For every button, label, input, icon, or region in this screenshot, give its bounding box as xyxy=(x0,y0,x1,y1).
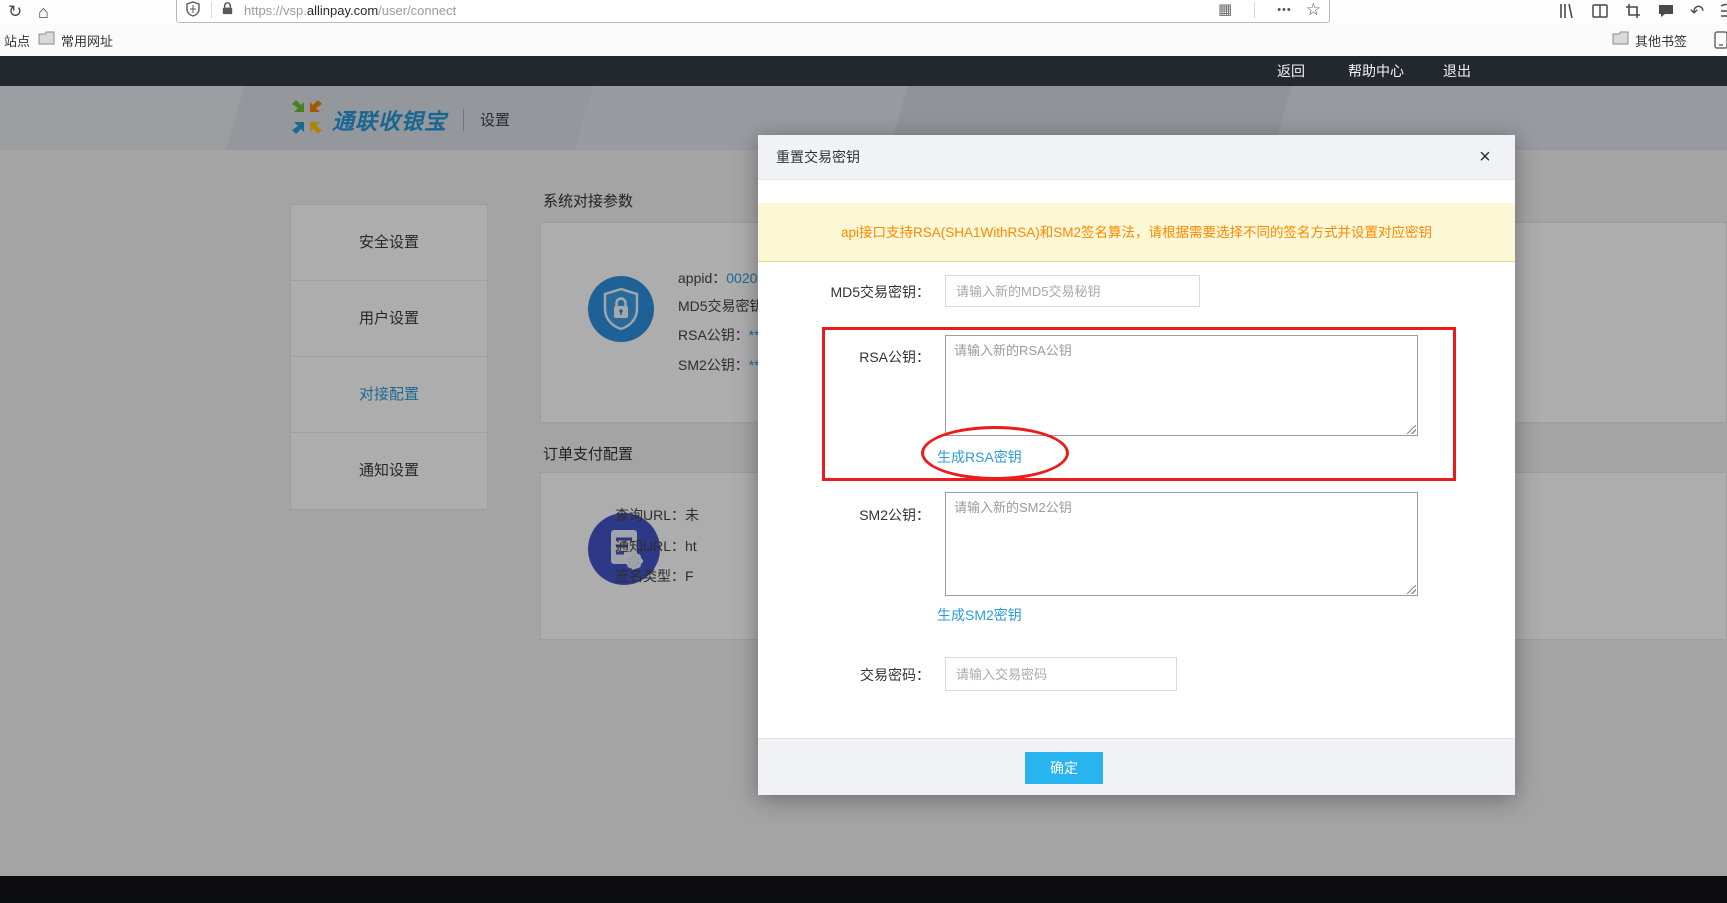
screenshot-icon[interactable] xyxy=(1624,2,1642,20)
bookmark-folder-common[interactable]: 常用网址 xyxy=(38,24,113,56)
nav-back[interactable]: 返回 xyxy=(1277,56,1305,86)
trade-password-label: 交易密码： xyxy=(758,665,930,685)
modal-footer: 确定 xyxy=(758,738,1515,795)
sm2-key-textarea[interactable] xyxy=(945,492,1418,596)
generate-sm2-key-link[interactable]: 生成SM2密钥 xyxy=(937,605,1022,625)
top-navbar: 返回 帮助中心 退出 xyxy=(0,56,1727,86)
divider xyxy=(1254,2,1255,18)
bookmarks-bar: 站点 常用网址 其他书签 xyxy=(0,24,1727,56)
page-actions-icon[interactable]: ••• xyxy=(1277,0,1292,20)
chat-icon[interactable] xyxy=(1657,2,1675,20)
folder-icon xyxy=(38,31,56,49)
tracking-shield-icon[interactable] xyxy=(185,1,203,19)
bookmark-star-icon[interactable]: ☆ xyxy=(1306,0,1321,20)
confirm-button[interactable]: 确定 xyxy=(1025,752,1103,784)
url-text: https://vsp.allinpay.com/user/connect xyxy=(244,3,456,18)
home-icon[interactable]: ⌂ xyxy=(38,0,49,24)
nav-logout[interactable]: 退出 xyxy=(1443,56,1471,86)
bookmark-folder-other[interactable]: 其他书签 xyxy=(1612,24,1687,56)
nav-help-center[interactable]: 帮助中心 xyxy=(1348,56,1404,86)
modal-header: 重置交易密钥 × xyxy=(758,135,1515,180)
rsa-key-label: RSA公钥： xyxy=(758,347,930,367)
undo-icon[interactable]: ↶ xyxy=(1690,2,1704,22)
page-viewport: 返回 帮助中心 退出 通联收银宝 设置 安全设置 用户设置 对接配置 通知设置 … xyxy=(0,56,1727,903)
address-bar[interactable]: https://vsp.allinpay.com/user/connect ▦ … xyxy=(176,0,1330,23)
folder-icon xyxy=(1612,31,1630,49)
md5-key-input[interactable] xyxy=(945,275,1200,307)
api-signature-warning: api接口支持RSA(SHA1WithRSA)和SM2签名算法，请根据需要选择不… xyxy=(758,203,1515,262)
https-lock-icon[interactable] xyxy=(220,1,238,19)
sm2-key-label: SM2公钥： xyxy=(758,505,930,525)
rsa-key-textarea[interactable] xyxy=(945,335,1418,436)
browser-toolbar: ↻ ⌂ https://vsp.allinpay.com/user/connec… xyxy=(0,0,1727,24)
close-icon[interactable]: × xyxy=(1471,143,1499,171)
phone-icon[interactable] xyxy=(1714,24,1727,56)
bookmark-site[interactable]: 站点 xyxy=(4,24,30,56)
clipped-edge-icon[interactable] xyxy=(1719,2,1727,20)
trade-password-input[interactable] xyxy=(945,657,1177,691)
generate-rsa-key-link[interactable]: 生成RSA密钥 xyxy=(937,447,1022,467)
library-icon[interactable] xyxy=(1558,2,1576,20)
reader-view-icon[interactable] xyxy=(1591,2,1609,20)
md5-key-label: MD5交易密钥： xyxy=(758,282,930,302)
divider xyxy=(211,2,212,18)
modal-title: 重置交易密钥 xyxy=(776,135,860,180)
reset-key-modal: 重置交易密钥 × api接口支持RSA(SHA1WithRSA)和SM2签名算法… xyxy=(758,135,1515,795)
qr-code-icon[interactable]: ▦ xyxy=(1218,0,1232,20)
reload-icon[interactable]: ↻ xyxy=(8,0,22,24)
